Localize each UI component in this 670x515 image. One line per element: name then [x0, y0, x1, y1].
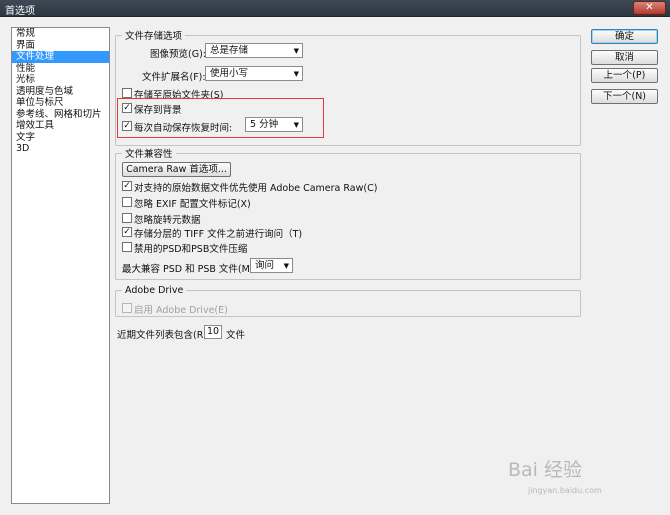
sidebar-item[interactable]: 常规: [12, 28, 109, 40]
max-compatibility-label: 最大兼容 PSD 和 PSB 文件(M):: [122, 264, 257, 275]
sidebar-item[interactable]: 参考线、网格和切片: [12, 109, 109, 121]
next-button[interactable]: 下一个(N): [591, 89, 658, 104]
chevron-down-icon: ▼: [293, 121, 299, 129]
previous-button[interactable]: 上一个(P): [591, 68, 658, 83]
category-list: 常规 界面 文件处理 性能 光标 透明度与色域 单位与标尺 参考线、网格和切片 增效工具 文字 3D: [11, 27, 110, 504]
sidebar-item[interactable]: 透明度与色域: [12, 86, 109, 98]
autosave-checkbox[interactable]: ✓: [122, 121, 132, 131]
sidebar-item[interactable]: 文字: [12, 132, 109, 144]
sidebar-item[interactable]: 界面: [12, 40, 109, 52]
max-compatibility-select[interactable]: 询问 ▼: [250, 258, 293, 273]
file-saving-options-legend: 文件存储选项: [125, 31, 183, 42]
title-bar: 首选项 ✕: [0, 0, 670, 17]
camera-raw-preferences-button[interactable]: Camera Raw 首选项...: [122, 162, 231, 177]
sidebar-item[interactable]: 3D: [12, 143, 109, 155]
close-button[interactable]: ✕: [633, 1, 666, 15]
image-preview-select[interactable]: 总是存储 ▼: [205, 43, 303, 58]
enable-adobe-drive-label: 启用 Adobe Drive(E): [134, 305, 228, 316]
chevron-down-icon: ▼: [293, 47, 299, 55]
image-preview-label: 图像预览(G):: [150, 49, 206, 60]
watermark-logo: Bai 经验: [508, 459, 582, 481]
compat-option-label: 对支持的原始数据文件优先使用 Adobe Camera Raw(C): [134, 183, 378, 194]
file-compatibility-legend: 文件兼容性: [125, 149, 173, 160]
sidebar-item[interactable]: 文件处理: [12, 51, 109, 63]
sidebar-item[interactable]: 性能: [12, 63, 109, 75]
cancel-button[interactable]: 取消: [591, 50, 658, 65]
compat-option-checkbox[interactable]: ✓: [122, 227, 132, 237]
compat-option-checkbox[interactable]: ✓: [122, 181, 132, 191]
autosave-label: 每次自动保存恢复时间:: [134, 123, 233, 134]
file-extension-select[interactable]: 使用小写 ▼: [205, 66, 303, 81]
sidebar-item[interactable]: 单位与标尺: [12, 97, 109, 109]
compat-option-checkbox[interactable]: [122, 197, 132, 207]
watermark-url: jingyan.baidu.com: [528, 486, 602, 495]
adobe-drive-legend: Adobe Drive: [125, 285, 184, 296]
chevron-down-icon: ▼: [293, 70, 299, 78]
max-compatibility-value: 询问: [255, 260, 275, 271]
compat-option-checkbox[interactable]: [122, 242, 132, 252]
compat-option-label: 忽略旋转元数据: [134, 215, 201, 226]
compat-option-label: 存储分层的 TIFF 文件之前进行询问（T): [134, 229, 303, 240]
compat-option-label: 禁用的PSD和PSB文件压缩: [134, 244, 248, 255]
chevron-down-icon: ▼: [283, 262, 289, 270]
file-extension-value: 使用小写: [210, 68, 249, 79]
sidebar-item[interactable]: 光标: [12, 74, 109, 86]
file-extension-label: 文件扩展名(F):: [142, 72, 206, 83]
image-preview-value: 总是存储: [210, 45, 249, 56]
enable-adobe-drive-checkbox[interactable]: [122, 303, 132, 313]
save-subfolder-checkbox[interactable]: [122, 88, 132, 98]
recent-files-unit: 文件: [226, 330, 246, 341]
recent-files-count-input[interactable]: 10: [204, 325, 222, 339]
save-background-checkbox[interactable]: ✓: [122, 103, 132, 113]
ok-button[interactable]: 确定: [591, 29, 658, 44]
autosave-interval-select[interactable]: 5 分钟 ▼: [245, 117, 303, 132]
compat-option-checkbox[interactable]: [122, 213, 132, 223]
window-title: 首选项: [5, 6, 35, 17]
autosave-interval-value: 5 分钟: [250, 119, 279, 130]
compat-option-label: 忽略 EXIF 配置文件标记(X): [134, 199, 251, 210]
save-background-label: 保存到背景: [134, 105, 182, 116]
recent-files-label: 近期文件列表包含(R):: [117, 330, 211, 341]
sidebar-item[interactable]: 增效工具: [12, 120, 109, 132]
preferences-dialog: 首选项 ✕ 常规 界面 文件处理 性能 光标 透明度与色域 单位与标尺 参考线、网格和切片 增效…: [0, 0, 670, 515]
